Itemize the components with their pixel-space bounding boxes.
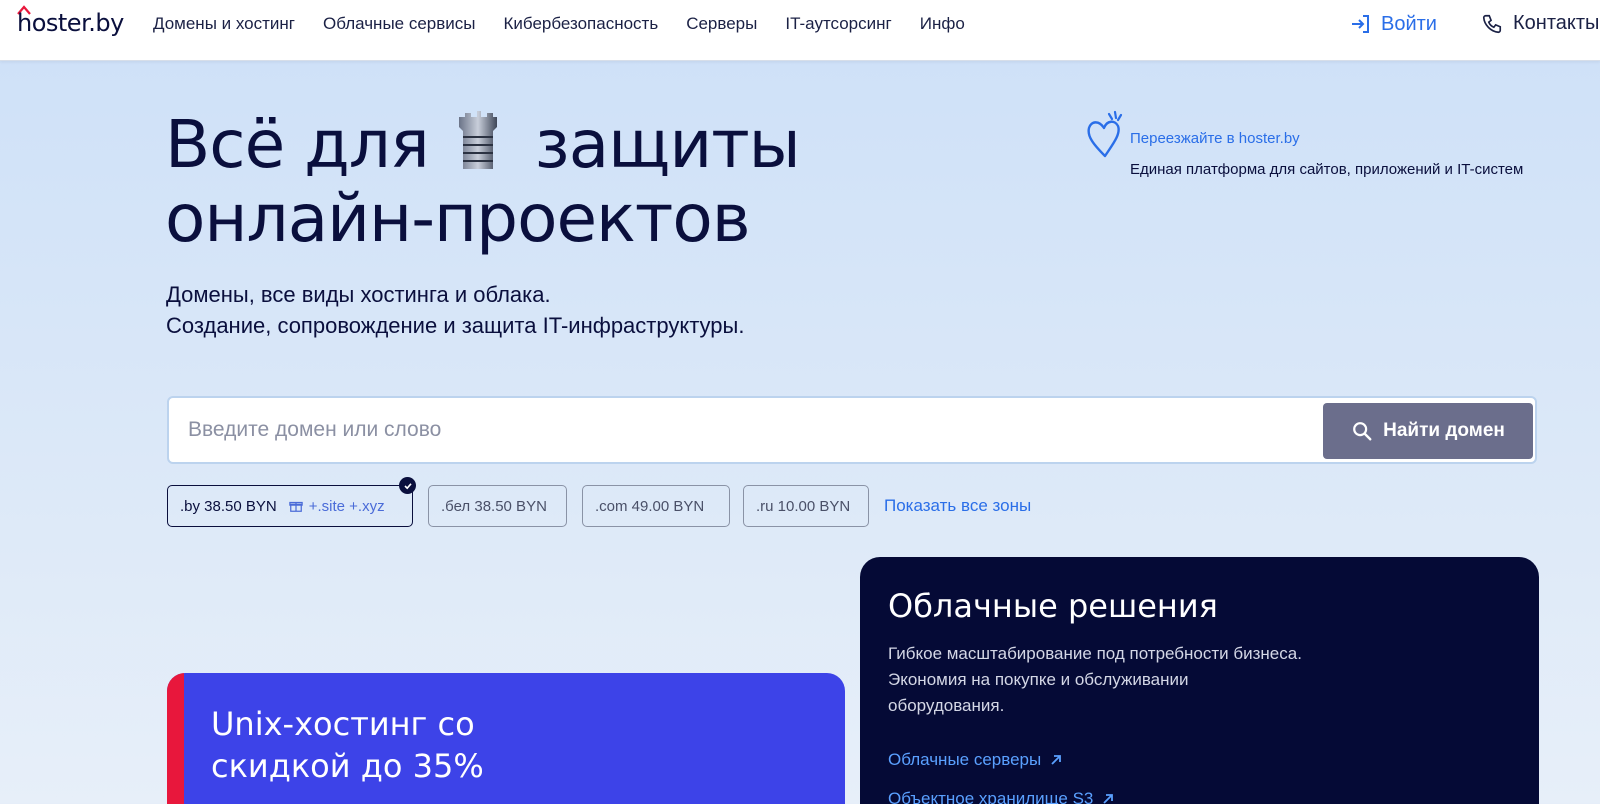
nav-item-servers[interactable]: Серверы [686,14,757,34]
phone-icon [1482,14,1502,33]
zone-gift-label: +.site +.xyz [308,497,385,515]
tower-icon [458,111,497,169]
hero-subtitle-line-1: Домены, все виды хостинга и облака. [166,282,551,307]
nav-item-domains-hosting[interactable]: Домены и хостинг [153,14,295,34]
cloud-card-description: Гибкое масштабирование под потребности б… [888,644,1302,715]
object-storage-link[interactable]: Объектное хранилище S3 [888,789,1115,804]
gift-icon [288,501,303,512]
zone-chip-com[interactable]: .com 49.00 BYN [582,485,730,527]
unix-card-stripe [167,673,184,804]
object-storage-label: Объектное хранилище S3 [888,789,1094,804]
arrow-up-right-icon [1103,794,1114,804]
cloud-servers-label: Облачные серверы [888,750,1042,769]
domain-search-box: Найти домен [167,396,1537,464]
hero-title-part-1: Всё для [165,106,430,183]
find-domain-button[interactable]: Найти домен [1323,403,1533,459]
unix-card-title: Unix-хостинг со скидкой до 35% [211,703,484,787]
top-navigation-bar: hoster.by Домены и хостинг Облачные серв… [0,0,1600,61]
zone-chip-bel[interactable]: .бел 38.50 BYN [428,485,567,527]
login-icon [1352,15,1369,33]
contacts-label: Контакты [1513,12,1600,34]
contacts-button[interactable]: Контакты [1481,12,1599,35]
zone-gift: +.site +.xyz [288,497,385,515]
hero-title: Всё для защиты онлайн-проектов [165,106,801,257]
promo-text: Единая платформа для сайтов, приложений … [1130,161,1524,178]
hero-title-part-2: защиты [534,106,801,183]
login-button[interactable]: Войти [1349,12,1437,36]
unix-card-title-line-2: скидкой до 35% [211,747,484,785]
nav-item-info[interactable]: Инфо [920,14,965,34]
zone-chip-ru[interactable]: .ru 10.00 BYN [743,485,869,527]
main-nav: Домены и хостинг Облачные сервисы Киберб… [153,14,993,34]
login-label: Войти [1381,12,1437,35]
nav-item-it-outsourcing[interactable]: IT-аутсорсинг [785,14,891,34]
zone-chip-label: .by 38.50 BYN [180,497,277,515]
cloud-card-title: Облачные решения [888,587,1218,625]
hero-subtitle: Домены, все виды хостинга и облака. Созд… [166,279,744,341]
zone-chip-by[interactable]: .by 38.50 BYN +.site +.xyz [167,477,416,527]
show-all-zones-link[interactable]: Показать все зоны [884,496,1031,516]
arrow-up-right-icon [1051,755,1062,765]
promo-link[interactable]: Переезжайте в hoster.by [1130,130,1300,147]
cloud-servers-link[interactable]: Облачные серверы [888,750,1063,770]
site-logo[interactable]: hoster.by [17,9,124,37]
search-icon [1353,422,1372,441]
heart-icon [1087,110,1123,158]
hero-title-line-2: онлайн-проектов [165,180,751,257]
domain-search-input[interactable] [188,412,1288,448]
cloud-solutions-card: Облачные решения Гибкое масштабирование … [860,557,1539,804]
unix-card-title-line-1: Unix-хостинг со [211,705,475,743]
nav-item-cybersecurity[interactable]: Кибербезопасность [504,14,659,34]
nav-item-cloud-services[interactable]: Облачные сервисы [323,14,476,34]
unix-hosting-card[interactable]: Unix-хостинг со скидкой до 35% [167,673,845,804]
find-domain-label: Найти домен [1383,420,1505,441]
check-icon [399,477,416,494]
hero-subtitle-line-2: Создание, сопровождение и защита IT-инфр… [166,313,745,338]
